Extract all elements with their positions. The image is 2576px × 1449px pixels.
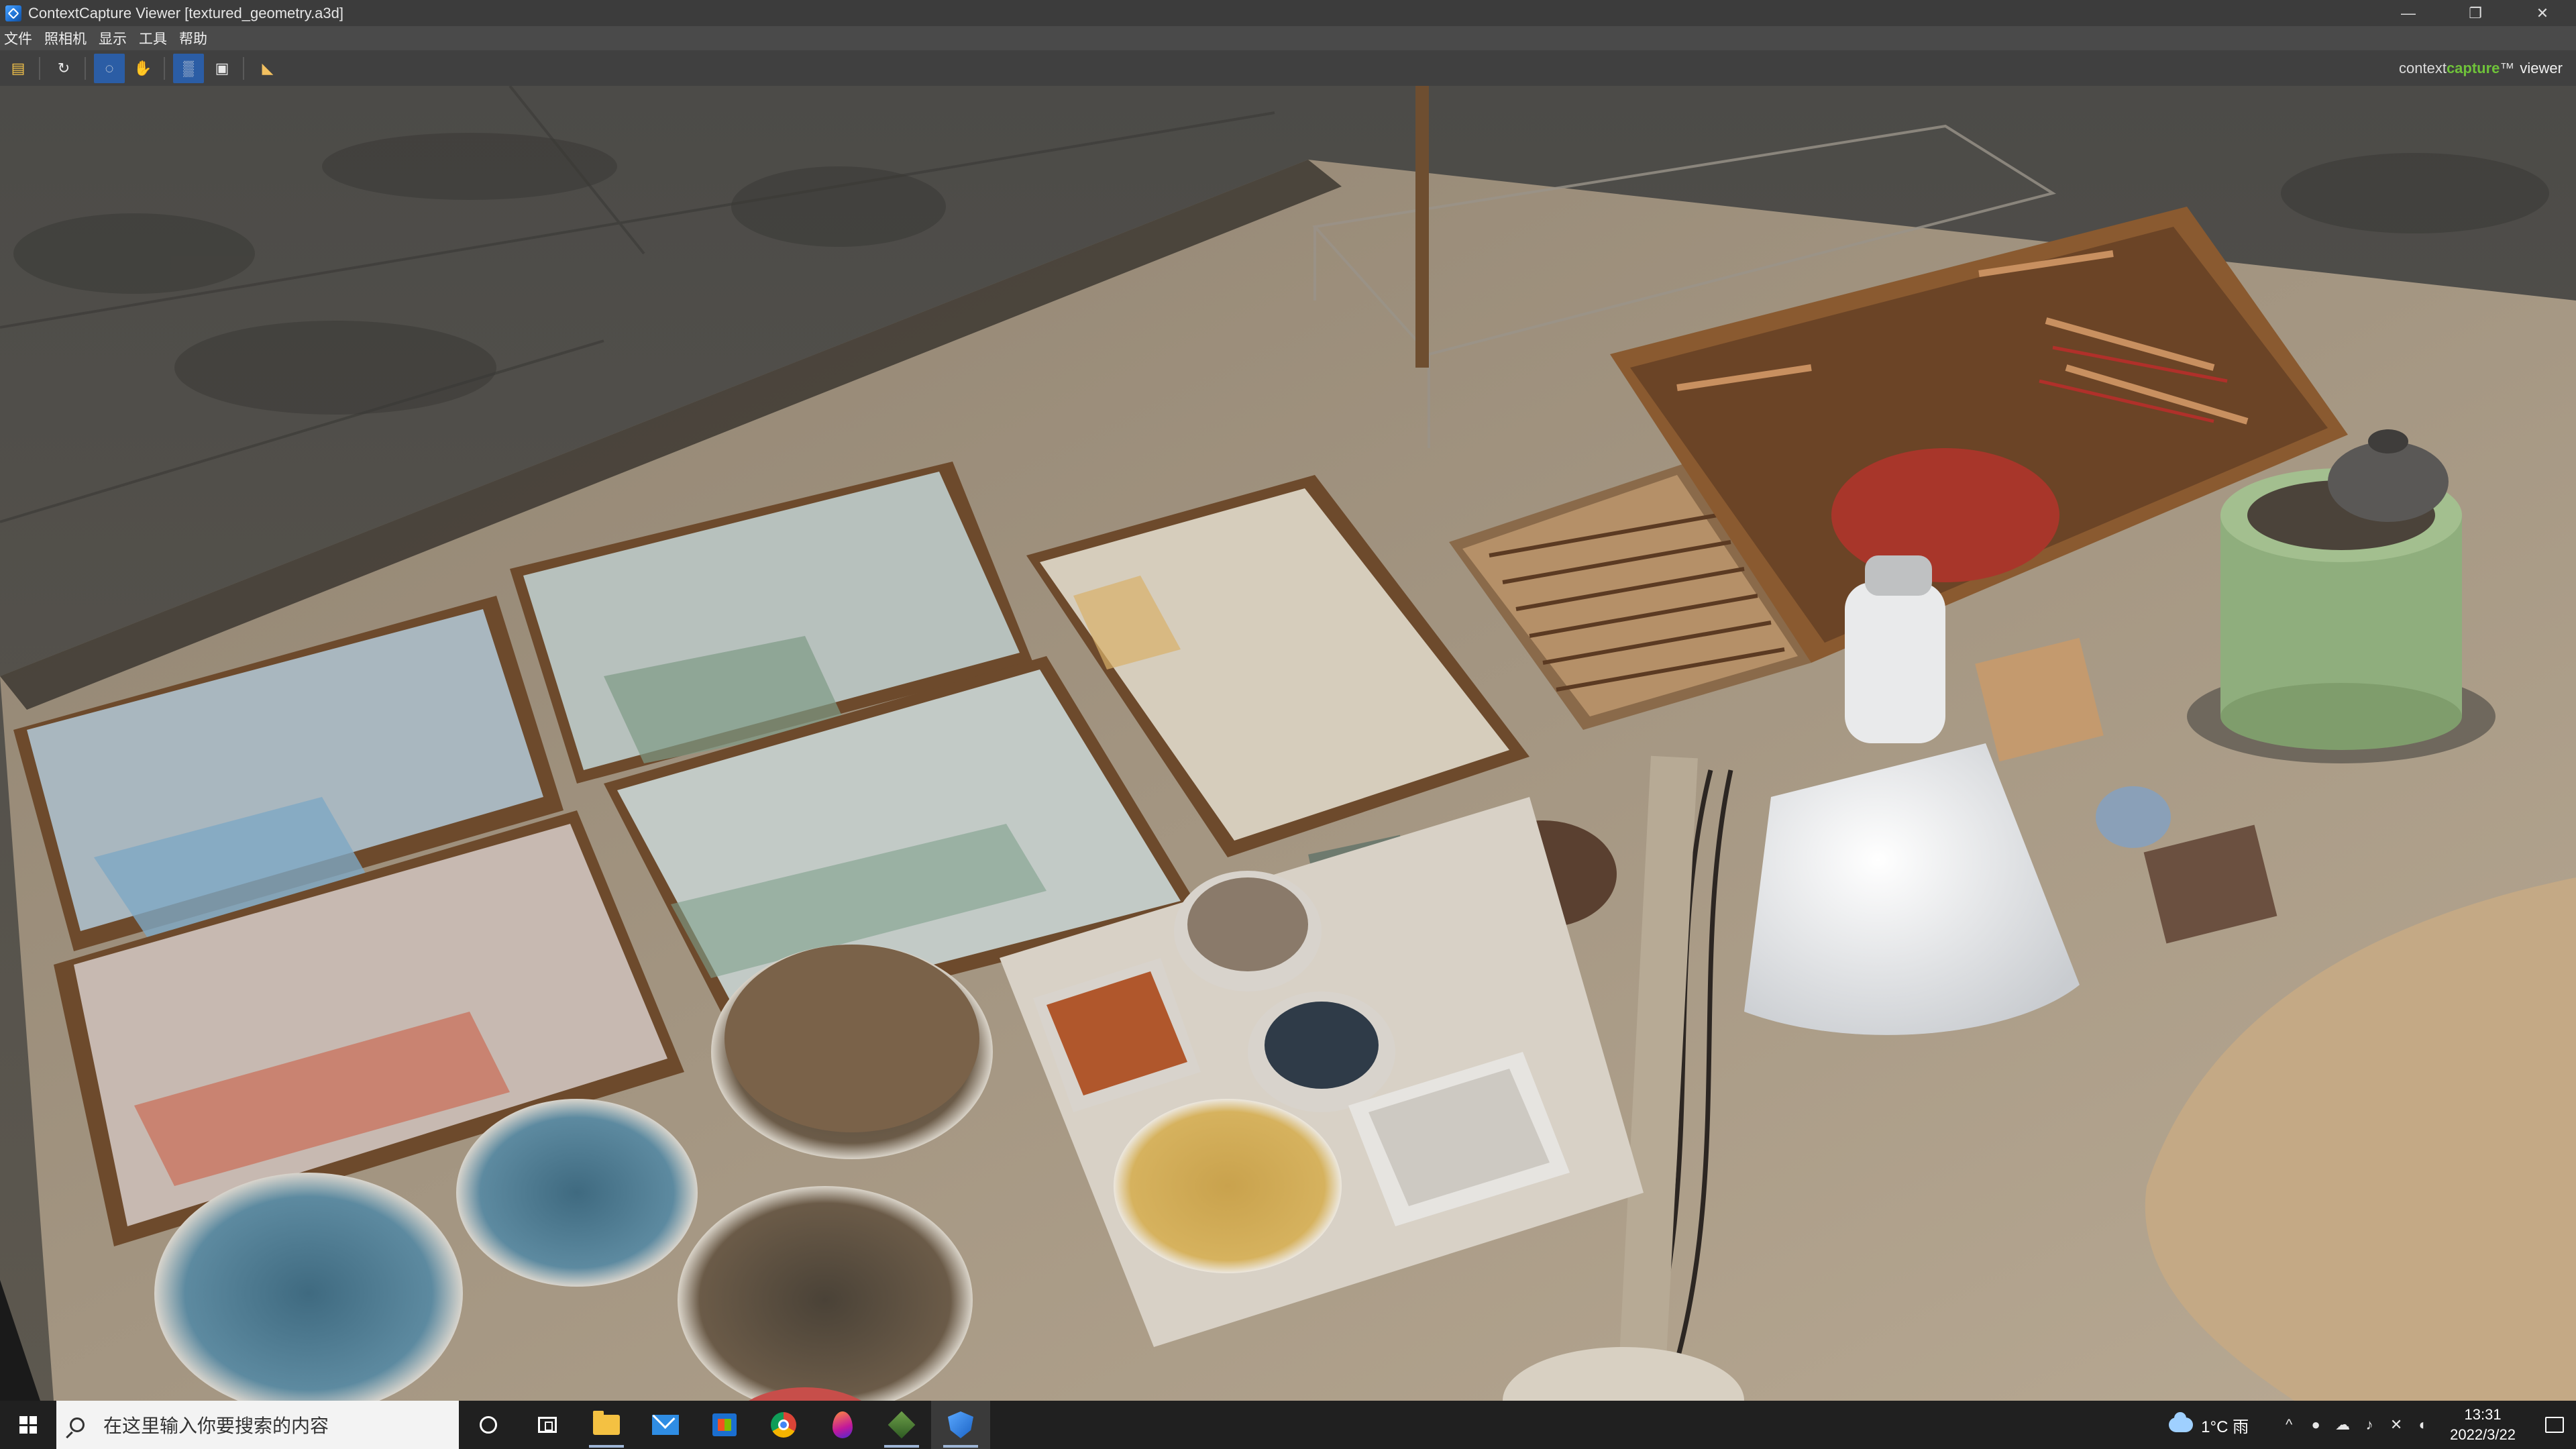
brand-part2: capture [2446,59,2500,76]
app-drop-button[interactable] [813,1401,872,1449]
pigment-bowl [456,1099,698,1287]
cortana-button[interactable] [459,1401,518,1449]
clock-time: 13:31 [2464,1406,2502,1423]
menu-tools[interactable]: 工具 [133,28,173,48]
toolbar: ▤ ↻ ◌ ✋ ▒ ▣ ◣ context capture ™ viewer [0,50,2576,86]
store-button[interactable] [695,1401,754,1449]
brand-tm: ™ [2500,59,2515,76]
brand-part1: context [2399,59,2447,76]
shading-grid-icon[interactable]: ▒ [173,53,204,83]
weather-widget[interactable]: 1°C 雨 [2169,1412,2249,1437]
contextcapture-icon [948,1411,973,1438]
brand-logo: context capture ™ viewer [2399,50,2563,86]
minimize-button[interactable]: — [2375,0,2442,26]
close-button[interactable]: ✕ [2509,0,2576,26]
show-hidden-icons-icon[interactable]: ^ [2275,1401,2302,1449]
network-icon[interactable]: ● [2302,1401,2329,1449]
toolbar-divider [243,56,244,80]
menu-file[interactable]: 文件 [0,28,38,48]
app-icon [5,5,21,21]
app-cube-button[interactable] [872,1401,931,1449]
menu-help[interactable]: 帮助 [173,28,213,48]
pigment-bowl [1174,871,1322,991]
texture-toggle-icon[interactable]: ▣ [207,54,237,83]
3d-viewport[interactable] [0,86,2576,1401]
volume-icon[interactable]: ♪ [2356,1401,2383,1449]
rotate-mode-icon[interactable]: ◌ [94,53,125,83]
task-view-icon [538,1417,557,1433]
store-icon [712,1413,737,1436]
task-view-button[interactable] [518,1401,577,1449]
folder-icon [593,1411,620,1435]
mail-icon [652,1415,679,1435]
search-placeholder: 在这里输入你要搜索的内容 [103,1415,329,1436]
rain-cloud-icon [2169,1412,2194,1432]
notification-icon [2545,1417,2564,1433]
chrome-button[interactable] [754,1401,813,1449]
file-explorer-button[interactable] [577,1401,636,1449]
weather-text: 1°C 雨 [2201,1417,2249,1436]
toolbar-divider [39,56,40,80]
cube-app-icon [888,1411,916,1439]
onedrive-icon[interactable]: ☁ [2329,1401,2356,1449]
pan-hand-icon[interactable]: ✋ [127,54,158,83]
pigment-bowl [711,945,993,1159]
clock[interactable]: 13:31 2022/3/22 [2450,1405,2516,1445]
rotate-mode-glyph: ◌ [105,59,114,76]
app-tray-blue-icon[interactable]: ◐ [2410,1401,2436,1449]
texture-toggle-glyph: ▣ [215,59,229,76]
shading-grid-glyph: ▒ [183,59,194,76]
menu-camera[interactable]: 照相机 [38,28,93,48]
measure-glyph: ◣ [262,59,274,76]
mail-button[interactable] [636,1401,695,1449]
pigment-bowl [1114,1099,1342,1273]
toolbar-divider [85,56,86,80]
notification-center-button[interactable] [2533,1401,2576,1449]
clock-date: 2022/3/22 [2450,1426,2516,1443]
chrome-icon [771,1412,796,1438]
menu-bar: 文件 照相机 显示 工具 帮助 [0,26,2576,50]
menu-display[interactable]: 显示 [93,28,133,48]
open-folder-icon[interactable]: ▤ [3,54,34,83]
toolbar-divider [164,56,165,80]
title-bar: ContextCapture Viewer [textured_geometry… [0,0,2576,26]
cortana-icon [480,1416,497,1434]
restore-button[interactable]: ❐ [2442,0,2509,26]
search-icon [70,1417,85,1432]
window-title: ContextCapture Viewer [textured_geometry… [28,4,344,21]
system-tray: 1°C 雨 ^ ● ☁ ♪ ✕ ◐ 13:31 2022/3/22 [2169,1401,2576,1449]
taskbar-search[interactable]: 在这里输入你要搜索的内容 [56,1401,459,1449]
windows-logo-icon [19,1416,37,1434]
contextcapture-viewer-button[interactable] [931,1401,990,1449]
window-controls: — ❐ ✕ [2375,0,2576,26]
orbit-icon[interactable]: ↻ [48,54,79,83]
3d-model-render [0,86,2576,1401]
orbit-glyph: ↻ [57,59,70,76]
drop-app-icon [833,1411,853,1438]
start-button[interactable] [0,1401,56,1449]
open-folder-glyph: ▤ [11,59,25,76]
measure-icon[interactable]: ◣ [252,54,283,83]
brand-part3: viewer [2520,59,2563,76]
taskbar: 在这里输入你要搜索的内容 1°C 雨 ^ ● ☁ ♪ ✕ ◐ 13:31 202… [0,1401,2576,1449]
app-tray-x-icon[interactable]: ✕ [2383,1401,2410,1449]
pigment-bowl [1248,991,1395,1112]
pan-hand-glyph: ✋ [133,59,152,76]
